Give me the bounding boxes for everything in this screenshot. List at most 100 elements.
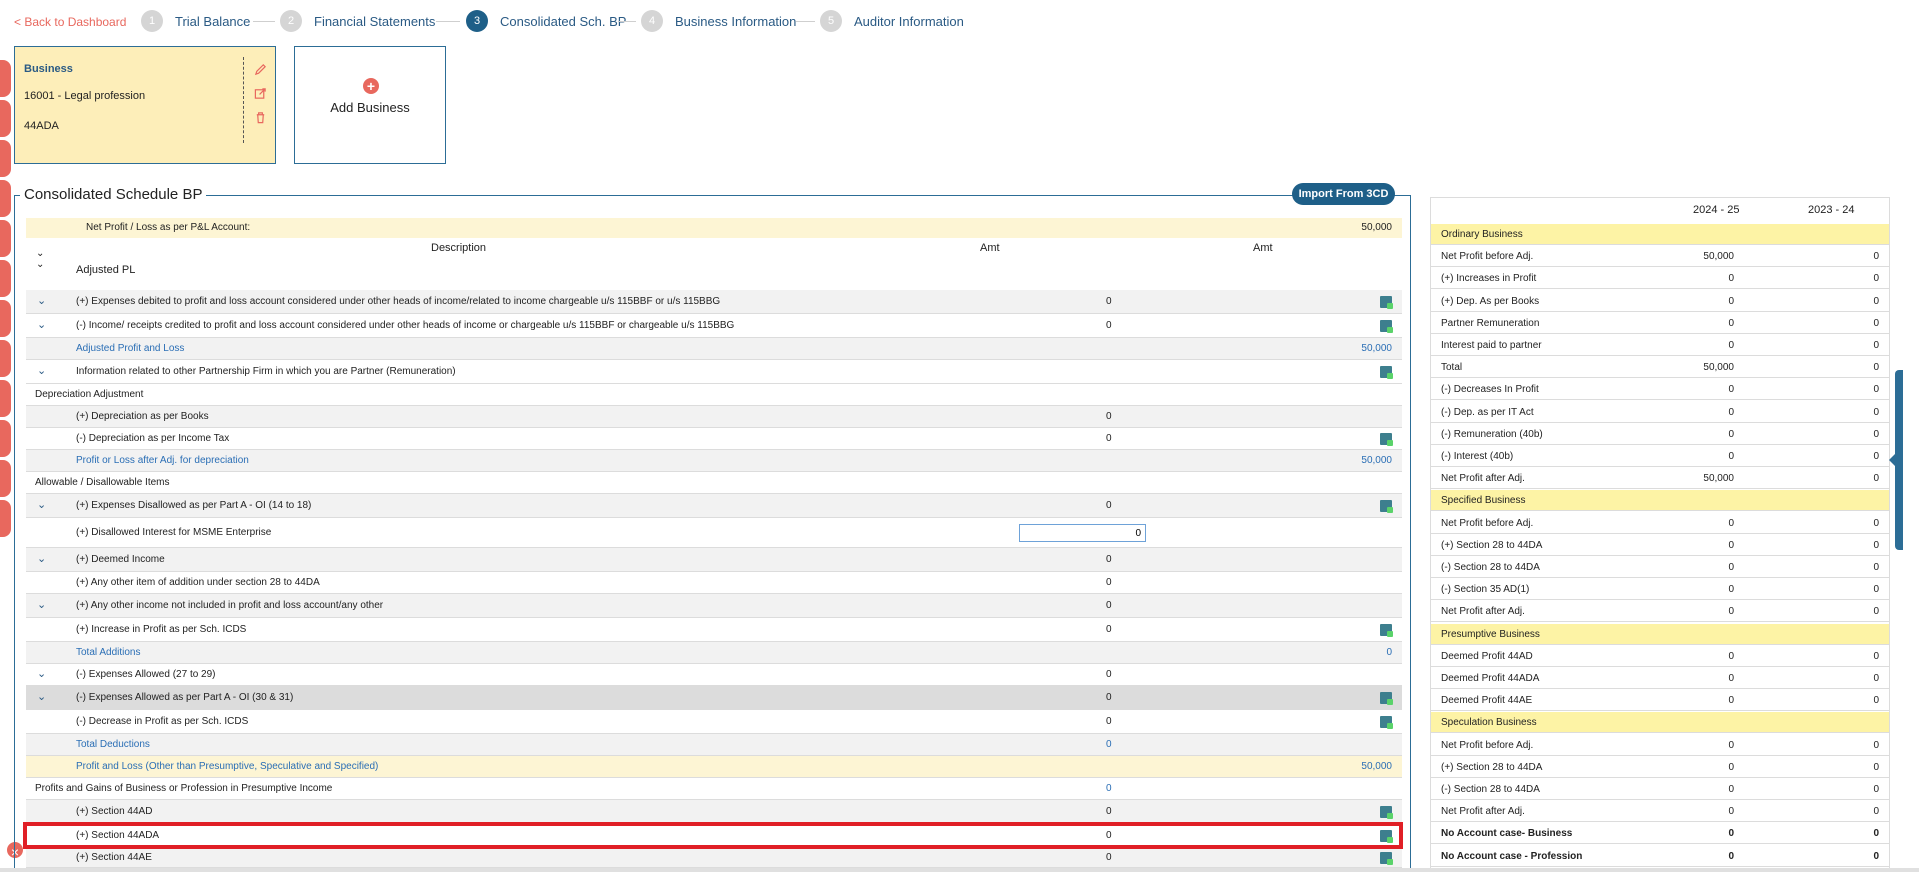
row-amount: 0 bbox=[1106, 411, 1112, 422]
row-amount: 0 bbox=[1106, 716, 1112, 727]
right-panel-handle[interactable] bbox=[1889, 370, 1919, 550]
summary-value-current: 0 bbox=[1728, 739, 1734, 751]
row-amount: 0 bbox=[1106, 554, 1112, 565]
row-description: (-) Expenses Allowed (27 to 29) bbox=[76, 669, 216, 680]
collapse-all-icon[interactable]: ⌄ ⌄ bbox=[36, 248, 44, 270]
row-description: (+) Any other item of addition under sec… bbox=[76, 577, 320, 588]
rail-tool-tab[interactable] bbox=[0, 340, 11, 377]
business-card[interactable]: Business 16001 - Legal profession 44ADA bbox=[14, 46, 276, 164]
row-description: Profit and Loss (Other than Presumptive,… bbox=[76, 761, 379, 772]
net-profit-row: Net Profit / Loss as per P&L Account: 50… bbox=[26, 218, 1402, 238]
msme-interest-input[interactable] bbox=[1019, 524, 1146, 542]
row-description: Information related to other Partnership… bbox=[76, 366, 456, 377]
summary-label: Net Profit before Adj. bbox=[1441, 251, 1534, 263]
table-row: (+) Any other item of addition under sec… bbox=[26, 572, 1402, 594]
summary-value-current: 50,000 bbox=[1703, 362, 1734, 374]
summary-value-current: 0 bbox=[1728, 406, 1734, 418]
summary-value-previous: 0 bbox=[1873, 562, 1879, 573]
edit-grid-icon[interactable] bbox=[1380, 806, 1393, 819]
import-from-3cd-button[interactable]: Import From 3CD bbox=[1292, 183, 1395, 205]
delete-icon[interactable] bbox=[254, 111, 267, 124]
rail-tool-tab[interactable] bbox=[0, 140, 11, 177]
summary-value-previous: 0 bbox=[1873, 584, 1879, 596]
edit-grid-icon[interactable] bbox=[1380, 433, 1393, 446]
rail-tool-tab[interactable] bbox=[0, 60, 11, 97]
step-connector bbox=[253, 21, 275, 22]
edit-grid-icon[interactable] bbox=[1380, 500, 1393, 513]
export-icon[interactable] bbox=[254, 87, 267, 100]
edit-grid-icon[interactable] bbox=[1380, 320, 1393, 333]
summary-value-previous: 0 bbox=[1873, 695, 1879, 707]
rail-tool-tab[interactable] bbox=[0, 500, 11, 537]
edit-grid-icon[interactable] bbox=[1380, 852, 1393, 865]
table-row: (+) Section 44AE 0 bbox=[26, 848, 1402, 868]
left-tool-rail bbox=[0, 60, 12, 540]
summary-row: Deemed Profit 44AD 0 0 bbox=[1431, 646, 1889, 667]
chevron-down-icon[interactable]: ⌄ bbox=[37, 667, 46, 680]
summary-value-current: 0 bbox=[1728, 806, 1734, 818]
summary-value-current: 0 bbox=[1728, 850, 1734, 862]
step-financial-statements[interactable]: 2 Financial Statements bbox=[280, 10, 435, 32]
row-amount: 0 bbox=[1106, 296, 1112, 307]
rail-tool-tab[interactable] bbox=[0, 460, 11, 497]
chevron-down-icon[interactable]: ⌄ bbox=[37, 294, 46, 307]
horizontal-scrollbar[interactable] bbox=[0, 868, 1919, 872]
row-description: (-) Income/ receipts credited to profit … bbox=[76, 320, 735, 331]
section-header-row: Depreciation Adjustment bbox=[26, 384, 1402, 406]
row-description: (+) Expenses Disallowed as per Part A - … bbox=[76, 500, 312, 511]
edit-grid-icon[interactable] bbox=[1380, 624, 1393, 637]
chevron-down-icon[interactable]: ⌄ bbox=[37, 364, 46, 377]
row-amount: 0 bbox=[1106, 783, 1112, 794]
rail-tool-tab[interactable] bbox=[0, 100, 11, 137]
summary-label: Deemed Profit 44AD bbox=[1441, 650, 1533, 662]
summary-value-current: 0 bbox=[1728, 784, 1734, 795]
summary-value-current: 0 bbox=[1728, 451, 1734, 462]
summary-row: (-) Section 35 AD(1) 0 0 bbox=[1431, 579, 1889, 601]
step-trial-balance[interactable]: 1 Trial Balance bbox=[141, 10, 250, 32]
summary-label: (-) Section 35 AD(1) bbox=[1441, 584, 1530, 596]
edit-icon[interactable] bbox=[254, 63, 267, 76]
summary-label: Specified Business bbox=[1441, 495, 1526, 507]
table-row: (+) Increase in Profit as per Sch. ICDS … bbox=[26, 618, 1402, 642]
step-business-information[interactable]: 4 Business Information bbox=[641, 10, 796, 32]
summary-value-current: 50,000 bbox=[1703, 251, 1734, 263]
summary-value-current: 0 bbox=[1728, 295, 1734, 307]
step-label: Trial Balance bbox=[175, 13, 251, 29]
rail-tool-tab[interactable] bbox=[0, 300, 11, 337]
section-title: Depreciation Adjustment bbox=[35, 389, 144, 400]
column-header-amt-2: Amt bbox=[1253, 242, 1273, 254]
edit-grid-icon[interactable] bbox=[1380, 830, 1393, 843]
summary-label: Partner Remuneration bbox=[1441, 317, 1540, 329]
summary-value-current: 0 bbox=[1728, 828, 1734, 840]
summary-label: (-) Section 28 to 44DA bbox=[1441, 562, 1540, 573]
chevron-down-icon[interactable]: ⌄ bbox=[37, 498, 46, 511]
edit-grid-icon[interactable] bbox=[1380, 692, 1393, 705]
rail-tool-tab[interactable] bbox=[0, 180, 11, 217]
chevron-down-icon[interactable]: ⌄ bbox=[37, 318, 46, 331]
chevron-down-icon[interactable]: ⌄ bbox=[37, 552, 46, 565]
edit-grid-icon[interactable] bbox=[1380, 716, 1393, 729]
chevron-down-icon[interactable]: ⌄ bbox=[37, 690, 46, 703]
step-auditor-information[interactable]: 5 Auditor Information bbox=[820, 10, 964, 32]
step-label: Auditor Information bbox=[854, 13, 964, 29]
rail-tool-tab[interactable] bbox=[0, 260, 11, 297]
row-amount: 0 bbox=[1106, 669, 1112, 680]
rail-tool-tab[interactable] bbox=[0, 420, 11, 457]
edit-grid-icon[interactable] bbox=[1380, 296, 1393, 309]
summary-row: (+) Section 28 to 44DA 0 0 bbox=[1431, 535, 1889, 556]
edit-grid-icon[interactable] bbox=[1380, 366, 1393, 379]
add-business-card[interactable]: + Add Business bbox=[294, 46, 446, 164]
summary-row: Net Profit before Adj. 0 0 bbox=[1431, 735, 1889, 756]
chevron-down-icon[interactable]: ⌄ bbox=[37, 598, 46, 611]
step-number: 5 bbox=[820, 10, 842, 32]
row-amount: 0 bbox=[1106, 692, 1112, 703]
back-to-dashboard-link[interactable]: < Back to Dashboard bbox=[14, 15, 126, 29]
section-title: Allowable / Disallowable Items bbox=[35, 477, 170, 488]
rail-tool-tab[interactable] bbox=[0, 220, 11, 257]
row-amount: 0 bbox=[1106, 320, 1112, 331]
step-consolidated-sch-bp[interactable]: 3 Consolidated Sch. BP bbox=[466, 10, 626, 32]
rail-tool-tab[interactable] bbox=[0, 380, 11, 417]
add-business-label: Add Business bbox=[330, 100, 410, 115]
row-total: 0 bbox=[1386, 647, 1392, 658]
table-row: Adjusted Profit and Loss 50,000 bbox=[26, 338, 1402, 360]
